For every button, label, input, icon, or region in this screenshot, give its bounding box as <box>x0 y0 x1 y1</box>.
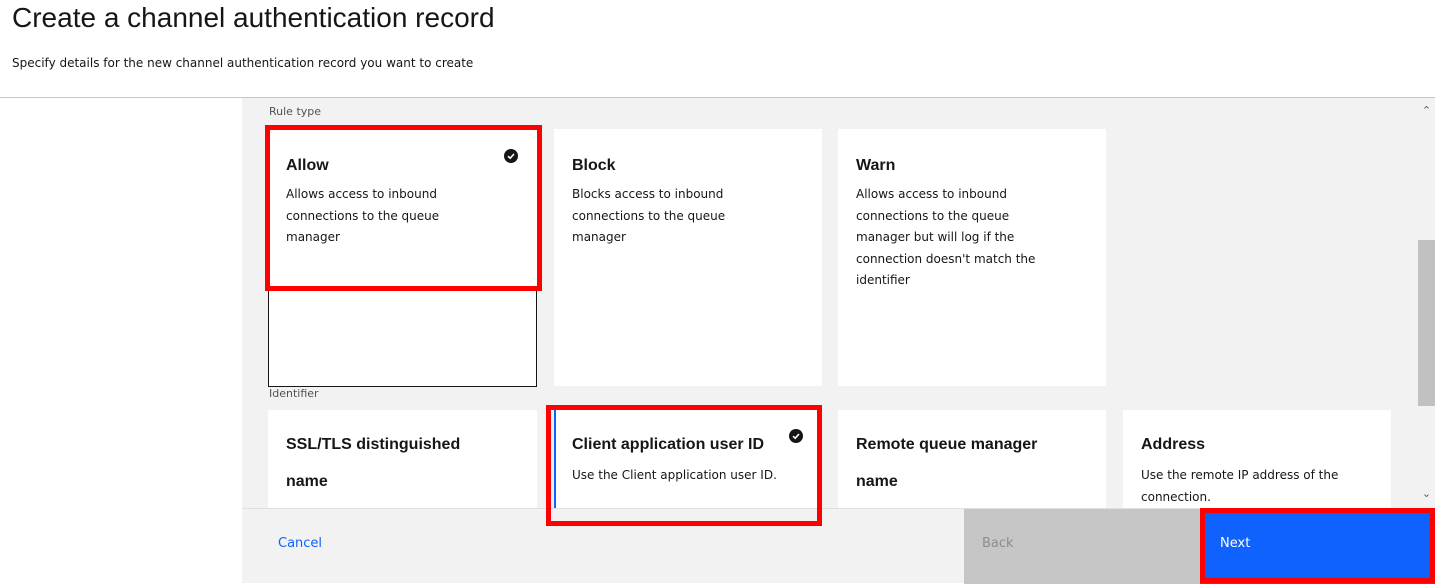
rule-tile-warn-desc: Allows access to inbound connections to … <box>856 187 1036 287</box>
rule-tile-warn-title: Warn <box>856 157 896 174</box>
rule-tile-block-title: Block <box>572 157 616 174</box>
rule-tile-block-desc: Blocks access to inbound connections to … <box>572 187 726 244</box>
identifier-tile-remote-qmgr-title-1: Remote queue manager <box>856 436 1038 453</box>
identifier-tile-client-user-id[interactable]: Client application user ID Use the Clien… <box>554 410 822 508</box>
rule-tile-allow-title: Allow <box>286 157 329 174</box>
checkmark-filled-icon <box>789 429 803 443</box>
form-content: Rule type Allow Allows access to inbound… <box>242 98 1435 508</box>
page-subtitle: Specify details for the new channel auth… <box>12 56 474 70</box>
identifier-tile-ssl-tls-title-1: SSL/TLS distinguished <box>286 436 461 453</box>
page-header: Create a channel authentication record S… <box>0 0 1435 98</box>
cancel-button[interactable]: Cancel <box>278 536 322 551</box>
identifier-tile-address[interactable]: Address Use the remote IP address of the… <box>1123 410 1391 508</box>
page-title: Create a channel authentication record <box>12 2 495 33</box>
footer-actions: Cancel Back Next <box>242 508 1435 584</box>
left-pane <box>0 98 242 583</box>
identifier-tile-address-title: Address <box>1141 436 1206 453</box>
checkmark-filled-icon <box>504 149 518 163</box>
rule-tile-warn[interactable]: Warn Allows access to inbound connection… <box>838 129 1106 386</box>
rule-tile-block[interactable]: Block Blocks access to inbound connectio… <box>554 129 822 386</box>
identifier-tile-remote-qmgr-title-2: name <box>856 473 898 490</box>
back-button[interactable]: Back <box>964 509 1200 584</box>
allow-tile-outline <box>268 288 537 387</box>
identifier-tile-address-desc: Use the remote IP address of the connect… <box>1141 468 1339 504</box>
next-button[interactable]: Next <box>1200 509 1435 584</box>
scroll-thumb[interactable] <box>1418 240 1435 406</box>
identifier-label: Identifier <box>269 387 319 400</box>
rule-tile-allow[interactable]: Allow Allows access to inbound connectio… <box>268 129 537 290</box>
rule-tile-allow-desc: Allows access to inbound connections to … <box>286 187 440 244</box>
identifier-tile-client-user-id-title: Client application user ID <box>572 436 765 453</box>
identifier-tile-ssl-tls-title-2: name <box>286 473 328 490</box>
chevron-down-icon[interactable]: ⌄ <box>1418 487 1435 501</box>
rule-type-label: Rule type <box>269 105 322 118</box>
identifier-tile-client-user-id-desc: Use the Client application user ID. <box>572 468 777 482</box>
identifier-tile-ssl-tls[interactable]: SSL/TLS distinguished name <box>268 410 537 508</box>
identifier-tile-remote-qmgr[interactable]: Remote queue manager name <box>838 410 1106 508</box>
content-scrollbar[interactable]: ⌃ ⌄ <box>1418 98 1435 508</box>
chevron-up-icon[interactable]: ⌃ <box>1418 104 1435 118</box>
